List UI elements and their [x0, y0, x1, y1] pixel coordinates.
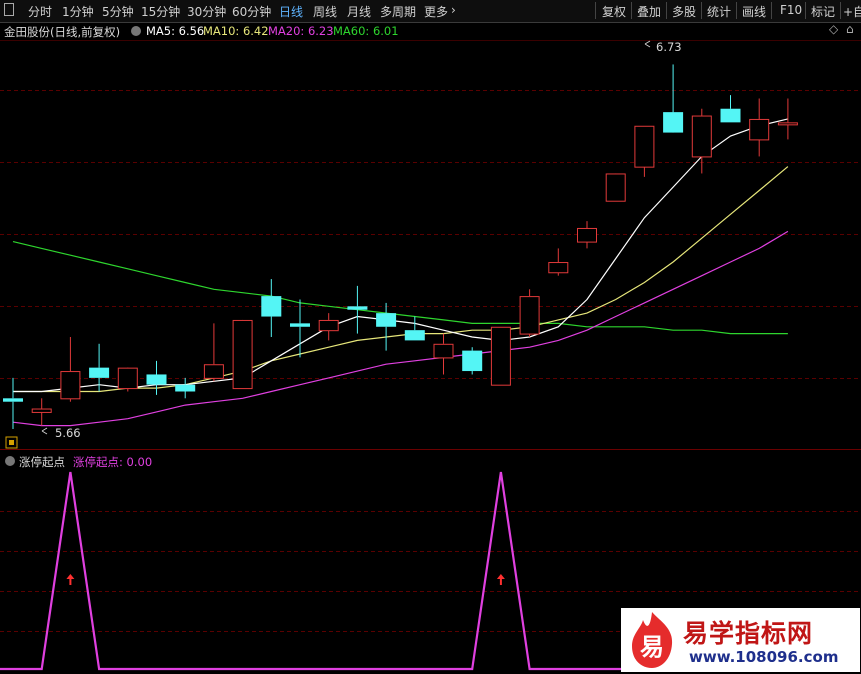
ma20-line [12, 230, 789, 427]
ma5-line [13, 118, 789, 393]
pane-toggle-inner [9, 440, 14, 445]
chart-canvas[interactable]: 6.73 5.66 [0, 0, 861, 674]
candle-body [605, 173, 626, 202]
candle-body [749, 118, 770, 141]
candle-body [720, 108, 741, 123]
candle-body [232, 319, 253, 390]
candle-body [376, 313, 397, 327]
watermark-url: www.108096.com [689, 648, 839, 666]
watermark-banner: 易 易学指标网 www.108096.com [621, 608, 860, 672]
low-annotation: 5.66 [41, 426, 81, 440]
candle-body [203, 364, 224, 379]
candle-body [175, 384, 196, 392]
candle-body [548, 262, 569, 274]
ma10-line [13, 166, 789, 393]
candle-body [290, 323, 310, 327]
candle-body [777, 122, 798, 126]
candle-body [691, 115, 712, 158]
candle-body [31, 408, 52, 413]
candlesticks [3, 64, 798, 429]
flame-logo-icon: 易 [632, 612, 673, 668]
low-label: 5.66 [55, 426, 81, 440]
candle-body [3, 398, 23, 402]
logo-char: 易 [640, 633, 664, 661]
candle-body [89, 367, 110, 378]
candle-body [663, 112, 684, 133]
candle-body [634, 125, 655, 168]
grid-lines [0, 90, 861, 632]
candle-body [60, 371, 81, 400]
candle-body [146, 374, 167, 385]
candle-body [519, 296, 540, 335]
candle-body [404, 330, 425, 341]
signal-arrows [66, 574, 505, 585]
candle-body [347, 306, 368, 310]
high-annotation: 6.73 [644, 40, 682, 54]
candle-body [490, 326, 511, 386]
candle-body [433, 343, 454, 359]
watermark-title: 易学指标网 [683, 619, 814, 648]
candle-body [261, 296, 282, 317]
candle-body [318, 319, 339, 332]
up-arrow-icon [496, 574, 505, 585]
candle-body [117, 367, 138, 390]
high-label: 6.73 [656, 40, 682, 54]
candle-body [577, 227, 597, 243]
up-arrow-icon [66, 574, 75, 585]
candle-body [462, 350, 483, 372]
ma60-line [12, 241, 788, 335]
